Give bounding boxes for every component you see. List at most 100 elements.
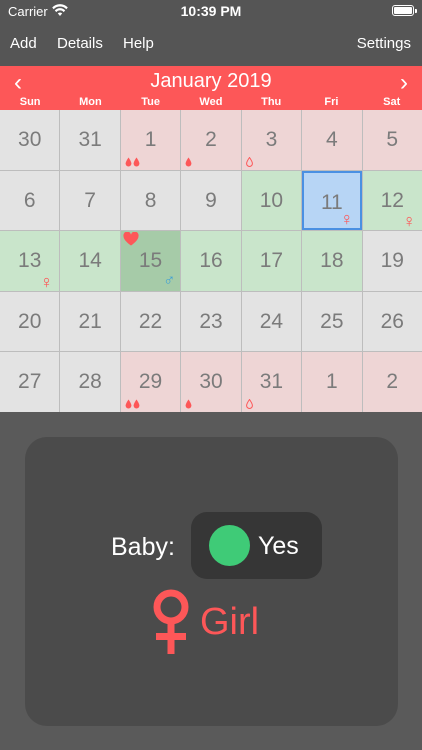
day-number: 31 [259, 370, 284, 394]
day-number: 30 [18, 128, 42, 151]
calendar-day-cell[interactable]: 3 [241, 110, 302, 170]
day-number: 3 [265, 128, 278, 151]
day-number: 29 [138, 370, 163, 394]
calendar-day-cell[interactable]: 22 [120, 291, 181, 352]
calendar-day-cell[interactable]: 29 [120, 352, 181, 412]
day-number: 6 [23, 188, 36, 212]
day-number: 16 [199, 249, 223, 273]
weekday-label: Mon [79, 96, 102, 108]
next-month-button[interactable]: › [400, 68, 408, 98]
day-number: 8 [144, 188, 157, 212]
day-number: 13 [18, 249, 42, 273]
add-button[interactable]: Add [10, 35, 37, 52]
day-number: 4 [326, 128, 338, 151]
calendar-day-cell[interactable]: 25 [302, 291, 362, 352]
female-icon [153, 589, 189, 654]
day-number: 19 [380, 249, 404, 273]
calendar-day-cell[interactable]: 19 [362, 231, 422, 291]
weekday-label: Sat [383, 96, 401, 108]
status-bar: Carrier 10:39 PM [0, 0, 422, 22]
calendar-day-cell[interactable]: 31 [241, 352, 302, 412]
day-number: 17 [259, 249, 284, 273]
calendar-day-cell[interactable]: 28 [60, 352, 120, 412]
calendar-day-cell[interactable]: 1 [302, 352, 362, 412]
period-drop-icon [245, 398, 253, 409]
day-number: 22 [138, 309, 163, 333]
day-number: 10 [259, 188, 284, 212]
calendar-day-cell[interactable]: 15 ♂ [120, 231, 181, 291]
calendar-day-cell[interactable]: 20 [0, 291, 60, 352]
month-title: January 2019 [150, 70, 272, 92]
weekday-row: Sun Mon Tue Wed Thu Fri Sat [0, 96, 422, 110]
calendar-day-cell[interactable]: 11 ♀ [302, 170, 362, 231]
calendar-day-cell[interactable]: 18 [302, 231, 362, 291]
weekday-label: Wed [199, 96, 223, 108]
calendar-day-cell[interactable]: 2 [362, 352, 422, 412]
day-number: 23 [199, 309, 223, 333]
day-number: 2 [205, 128, 217, 151]
day-number: 20 [18, 309, 42, 333]
calendar-day-cell[interactable]: 16 [181, 231, 241, 291]
calendar-day-cell[interactable]: 30 [0, 110, 60, 170]
calendar-day-cell[interactable]: 23 [181, 291, 241, 352]
calendar-day-cell[interactable]: 10 [241, 170, 302, 231]
calendar-day-cell[interactable]: 21 [60, 291, 120, 352]
baby-toggle[interactable]: Yes [191, 512, 322, 579]
calendar-day-cell[interactable]: 27 [0, 352, 60, 412]
day-number: 24 [259, 309, 284, 333]
day-number: 15 [138, 249, 163, 273]
gender-label: Girl [200, 600, 260, 643]
calendar-day-cell[interactable]: 9 [181, 170, 241, 231]
calendar-day-cell[interactable]: 7 [60, 170, 120, 231]
calendar-day-cell[interactable]: 5 [362, 110, 422, 170]
calendar-day-cell[interactable]: 8 [120, 170, 181, 231]
calendar-day-cell[interactable]: 24 [241, 291, 302, 352]
calendar-day-cell[interactable]: 2 [181, 110, 241, 170]
calendar-day-cell[interactable]: 14 [60, 231, 120, 291]
period-drop-icon [185, 157, 192, 167]
help-button[interactable]: Help [123, 35, 154, 52]
day-number: 28 [78, 370, 102, 394]
day-number: 9 [205, 188, 217, 212]
calendar-day-cell[interactable]: 6 [0, 170, 60, 231]
period-drop-icon [245, 156, 253, 167]
period-drop-icon [125, 399, 140, 409]
weekday-label: Thu [261, 96, 282, 108]
male-icon: ♂ [163, 271, 176, 289]
weekday-label: Sun [19, 96, 41, 108]
calendar-day-cell[interactable]: 12 ♀ [362, 170, 422, 232]
day-number: 18 [320, 249, 344, 273]
battery-icon [392, 5, 417, 16]
calendar-day-cell[interactable]: 4 [302, 110, 362, 170]
female-icon: ♀ [39, 271, 54, 292]
calendar-day-cell[interactable]: 26 [362, 291, 422, 352]
calendar-day-cell[interactable]: 30 [181, 352, 241, 412]
weekday-label: Fri [324, 96, 339, 108]
day-number: 30 [199, 370, 223, 394]
toolbar: Add Details Help Settings [0, 22, 422, 66]
female-icon: ♀ [340, 209, 354, 230]
period-drop-icon [125, 157, 140, 167]
day-number: 31 [78, 128, 102, 151]
calendar-day-cell[interactable]: 13 ♀ [0, 231, 60, 292]
calendar-grid: 30 31 1 2 3 4 5 6 7 8 9 10 11 ♀ 12 ♀ 13 ♀ 14 15 ♂ 16 17 18 19 20 2… [0, 110, 422, 412]
female-icon: ♀ [402, 211, 416, 232]
calendar-day-cell[interactable]: 31 [60, 110, 120, 170]
settings-button[interactable]: Settings [357, 35, 411, 52]
details-button[interactable]: Details [57, 35, 103, 52]
baby-label: Baby: [111, 533, 175, 561]
day-number: 7 [84, 188, 96, 212]
weekday-label: Tue [141, 96, 161, 108]
toggle-value: Yes [258, 532, 299, 560]
day-number: 14 [78, 249, 102, 273]
day-number: 26 [380, 309, 404, 333]
clock: 10:39 PM [180, 3, 242, 19]
gender-selector[interactable]: Girl [150, 585, 259, 659]
calendar-day-cell[interactable]: 17 [241, 231, 302, 291]
calendar-header: ‹ January 2019 › Sun Mon Tue Wed Thu Fri… [0, 66, 422, 110]
day-number: 2 [386, 370, 399, 394]
toggle-indicator [209, 525, 250, 566]
day-number: 12 [380, 188, 404, 212]
day-number: 1 [144, 128, 157, 151]
calendar-day-cell[interactable]: 1 [120, 110, 181, 170]
